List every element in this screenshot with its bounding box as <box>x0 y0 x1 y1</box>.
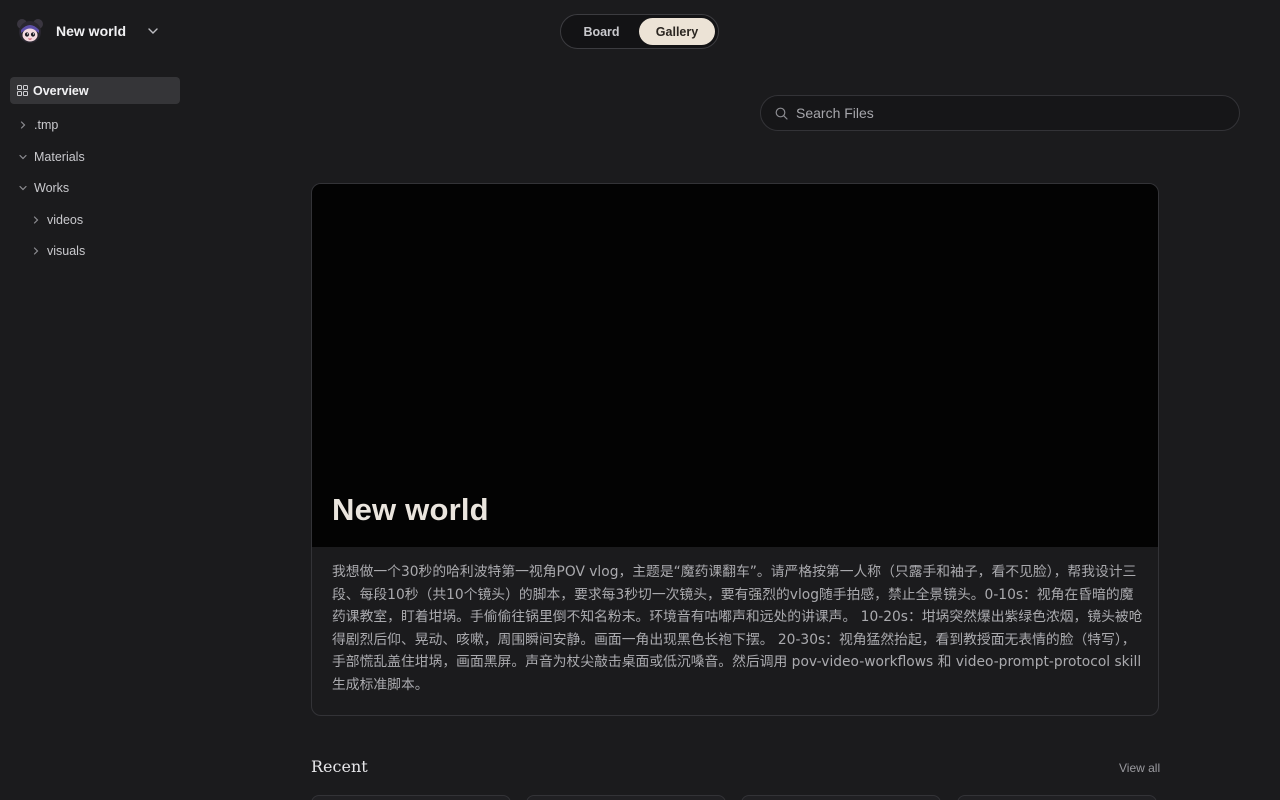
chevron-down-icon <box>148 28 158 34</box>
chevron-right-icon <box>33 216 39 224</box>
gallery-view-button[interactable]: Gallery <box>639 18 715 45</box>
workspace-switcher[interactable]: New world <box>16 18 160 44</box>
chevron-right-icon <box>20 121 26 129</box>
sidebar-item-label: visuals <box>47 244 86 258</box>
sidebar-item-label: .tmp <box>34 118 59 132</box>
sidebar-item-label: Works <box>34 181 70 195</box>
search-icon <box>775 107 788 120</box>
chevron-right-icon <box>33 247 39 255</box>
recent-card[interactable] <box>741 795 941 800</box>
board-view-button[interactable]: Board <box>564 18 639 45</box>
workspace-name: New world <box>56 23 127 39</box>
recent-card[interactable] <box>311 795 511 800</box>
grid-icon <box>17 85 28 96</box>
sidebar-item-visuals[interactable]: visuals <box>31 241 85 261</box>
sidebar: New world Overview .tmp Materials Works <box>0 0 190 800</box>
view-toggle: Board Gallery <box>560 14 719 49</box>
chevron-down-icon <box>19 154 27 160</box>
recent-card[interactable] <box>957 795 1157 800</box>
sidebar-item-overview[interactable]: Overview <box>10 77 180 104</box>
sidebar-item-tmp[interactable]: .tmp <box>18 115 58 135</box>
view-all-link[interactable]: View all <box>1119 761 1160 775</box>
sidebar-item-works[interactable]: Works <box>18 178 69 198</box>
search-bar <box>760 95 1240 131</box>
sidebar-item-label: Overview <box>33 83 89 98</box>
hero-description: 我想做一个30秒的哈利波特第一视角POV vlog，主题是“魔药课翻车”。请严格… <box>332 564 1143 693</box>
sidebar-item-materials[interactable]: Materials <box>18 147 85 167</box>
hero-card[interactable]: New world 我想做一个30秒的哈利波特第一视角POV vlog，主题是“… <box>311 183 1159 716</box>
sidebar-item-videos[interactable]: videos <box>31 210 83 230</box>
search-input[interactable] <box>796 105 1216 121</box>
recent-section-title: Recent <box>311 757 368 776</box>
sidebar-item-label: Materials <box>34 150 85 164</box>
avatar-icon <box>17 19 43 43</box>
sidebar-item-label: videos <box>47 213 84 227</box>
hero-title: New world <box>332 492 489 527</box>
recent-card[interactable] <box>526 795 726 800</box>
chevron-down-icon <box>19 185 27 191</box>
